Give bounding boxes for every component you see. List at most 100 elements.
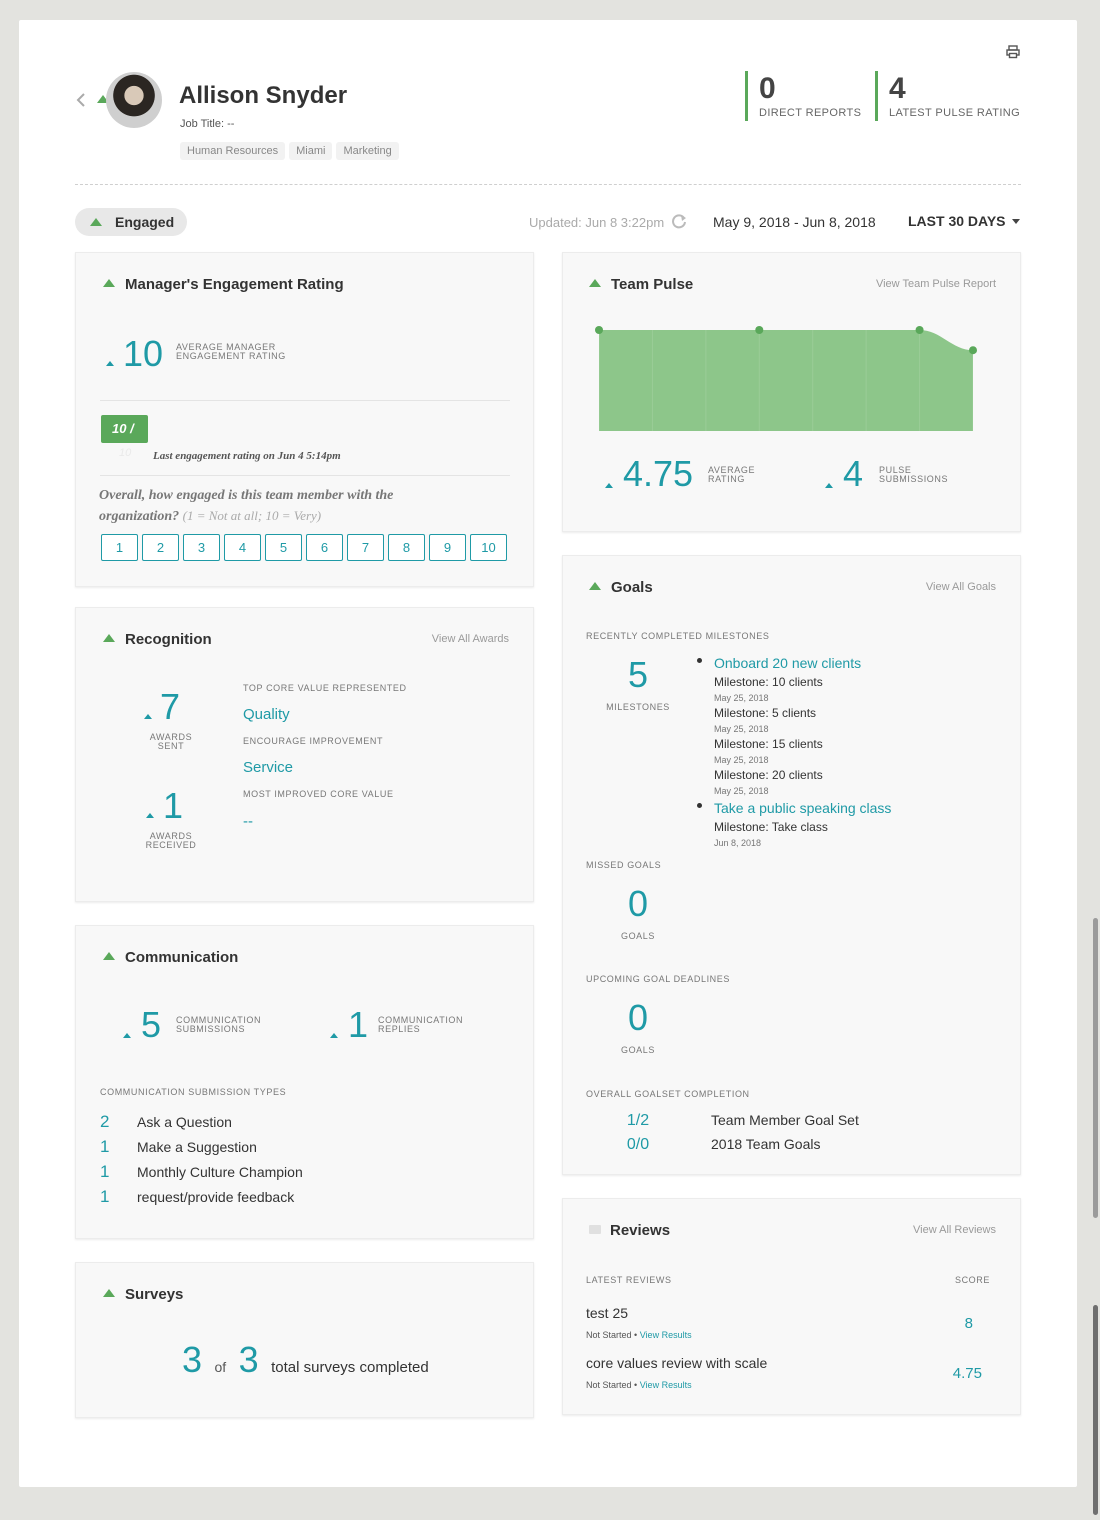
list-item: 1 Monthly Culture Champion	[100, 1162, 500, 1187]
x-tick-label: Jun 7	[935, 442, 960, 443]
type-count: 1	[100, 1187, 110, 1206]
rating-button-2[interactable]: 2	[142, 534, 179, 561]
engaged-badge: Engaged	[75, 208, 187, 236]
goal-link[interactable]: Onboard 20 new clients	[714, 655, 861, 671]
print-icon[interactable]	[1006, 45, 1020, 59]
pulse-point[interactable]	[969, 346, 977, 355]
rating-button-4[interactable]: 4	[224, 534, 261, 561]
review-score: 8	[964, 1315, 973, 1332]
milestones-caption: MILESTONES	[606, 702, 670, 712]
last-rating-text: Last engagement rating on Jun 4 5:14pm	[153, 450, 341, 462]
top-core-value[interactable]: Quality	[243, 706, 290, 723]
rating-button-8[interactable]: 8	[388, 534, 425, 561]
score-header: SCORE	[954, 1275, 990, 1285]
card-title: Recognition	[103, 631, 212, 648]
rating-button-10[interactable]: 10	[470, 534, 507, 561]
card-title-text: Recognition	[125, 631, 212, 648]
rating-button-3[interactable]: 3	[183, 534, 220, 561]
rating-button-9[interactable]: 9	[429, 534, 466, 561]
top-core-value-label: TOP CORE VALUE REPRESENTED	[243, 683, 407, 693]
awards-received-label: AWARDS RECEIVED	[136, 832, 206, 850]
manager-rating-label: AVERAGE MANAGER ENGAGEMENT RATING	[176, 343, 286, 361]
most-improved-value: --	[243, 813, 253, 830]
type-name: Make a Suggestion	[137, 1139, 257, 1155]
expand-icon[interactable]	[103, 634, 115, 642]
average-rating-label: AVERAGE RATING	[708, 466, 755, 484]
card-title-text: Communication	[125, 949, 239, 966]
card-title: Communication	[103, 949, 238, 966]
rating-button-1[interactable]: 1	[101, 534, 138, 561]
upcoming-deadlines-value: 0	[627, 997, 649, 1038]
period-label: LAST 30 DAYS	[908, 213, 1006, 229]
surveys-of: of	[214, 1359, 227, 1375]
pulse-point[interactable]	[595, 326, 603, 334]
milestone-name: Milestone: 5 clients	[714, 706, 817, 720]
engagement-question: Overall, how engaged is this team member…	[99, 486, 449, 527]
list-item: 1 request/provide feedback	[100, 1187, 500, 1212]
up-triangle-icon	[330, 1025, 338, 1043]
bullet-icon	[697, 803, 702, 808]
x-tick-label: Jun 5	[881, 442, 906, 443]
review-status: Not Started	[586, 1330, 632, 1340]
milestone-date: May 25, 2018	[714, 724, 769, 734]
scrollbar-track[interactable]	[1093, 918, 1098, 1218]
rating-button-5[interactable]: 5	[265, 534, 302, 561]
date-range: May 9, 2018 - Jun 8, 2018	[713, 214, 876, 230]
pulse-point[interactable]	[755, 326, 764, 334]
rating-button-6[interactable]: 6	[306, 534, 343, 561]
rating-button-7[interactable]: 7	[347, 534, 384, 561]
expand-icon[interactable]	[103, 952, 115, 960]
pulse-point[interactable]	[915, 326, 924, 334]
expand-icon[interactable]	[589, 582, 601, 590]
type-name: request/provide feedback	[137, 1189, 295, 1205]
milestone-date: Jun 8, 2018	[714, 838, 762, 848]
awards-received-value: 1	[163, 785, 184, 826]
refresh-icon[interactable]	[671, 213, 687, 229]
view-results-link[interactable]: View Results	[640, 1380, 692, 1390]
expand-icon[interactable]	[103, 279, 115, 287]
view-all-awards-link[interactable]: View All Awards	[432, 633, 509, 645]
manager-rating-value: 10	[123, 333, 164, 374]
up-triangle-icon	[146, 805, 154, 823]
view-results-link[interactable]: View Results	[640, 1330, 692, 1340]
goal-link[interactable]: Take a public speaking class	[714, 800, 891, 816]
scrollbar-thumb[interactable]	[1093, 1305, 1098, 1515]
expand-icon[interactable]	[103, 1289, 115, 1297]
view-all-reviews-link[interactable]: View All Reviews	[913, 1224, 996, 1236]
team-pulse-card: Team Pulse View Team Pulse Report May 26…	[562, 252, 1021, 532]
label-line: RATING	[708, 474, 745, 484]
back-chevron-icon[interactable]	[75, 92, 87, 108]
view-all-goals-link[interactable]: View All Goals	[926, 581, 996, 593]
type-name: Monthly Culture Champion	[137, 1164, 303, 1180]
tag: Marketing	[336, 142, 399, 160]
encourage-improvement-value[interactable]: Service	[243, 759, 293, 776]
list-item: 2 Ask a Question	[100, 1112, 500, 1137]
card-title-text: Goals	[611, 579, 653, 596]
x-tick-label: Jun 1	[774, 442, 799, 443]
card-title: Manager's Engagement Rating	[103, 276, 344, 293]
milestone-name: Milestone: Take class	[714, 820, 828, 834]
page: Allison Snyder Job Title: -- Human Resou…	[19, 20, 1077, 1487]
missed-goals-caption: GOALS	[620, 931, 655, 941]
direct-reports-label: DIRECT REPORTS	[759, 107, 862, 119]
card-title: Goals	[589, 579, 653, 596]
x-tick-label: May 28	[663, 442, 696, 443]
up-triangle-icon	[825, 475, 833, 493]
label-line: RECEIVED	[145, 840, 197, 850]
communication-card: Communication 5 COMMUNICATION SUBMISSIONS…	[75, 925, 534, 1239]
profile-tags: Human Resources Miami Marketing	[180, 141, 403, 160]
manager-rating-card: Manager's Engagement Rating 10 AVERAGE M…	[75, 252, 534, 587]
milestone-date: May 25, 2018	[714, 693, 769, 703]
label-line: ENGAGEMENT RATING	[176, 351, 286, 361]
goalset-value: 0/0	[626, 1136, 650, 1153]
collapse-icon[interactable]	[589, 1225, 601, 1234]
review-status-row: Not Started • View Results	[586, 1330, 692, 1340]
up-triangle-icon	[90, 218, 102, 226]
label-line: SUBMISSIONS	[879, 474, 949, 484]
period-dropdown[interactable]: LAST 30 DAYS	[908, 213, 1021, 229]
type-count: 2	[100, 1112, 110, 1131]
x-tick-label: May 30	[717, 442, 750, 443]
surveys-total-value: 3	[238, 1339, 259, 1380]
submission-types-list: 2 Ask a Question 1 Make a Suggestion 1 Mont…	[100, 1112, 500, 1212]
separator: •	[634, 1380, 638, 1390]
